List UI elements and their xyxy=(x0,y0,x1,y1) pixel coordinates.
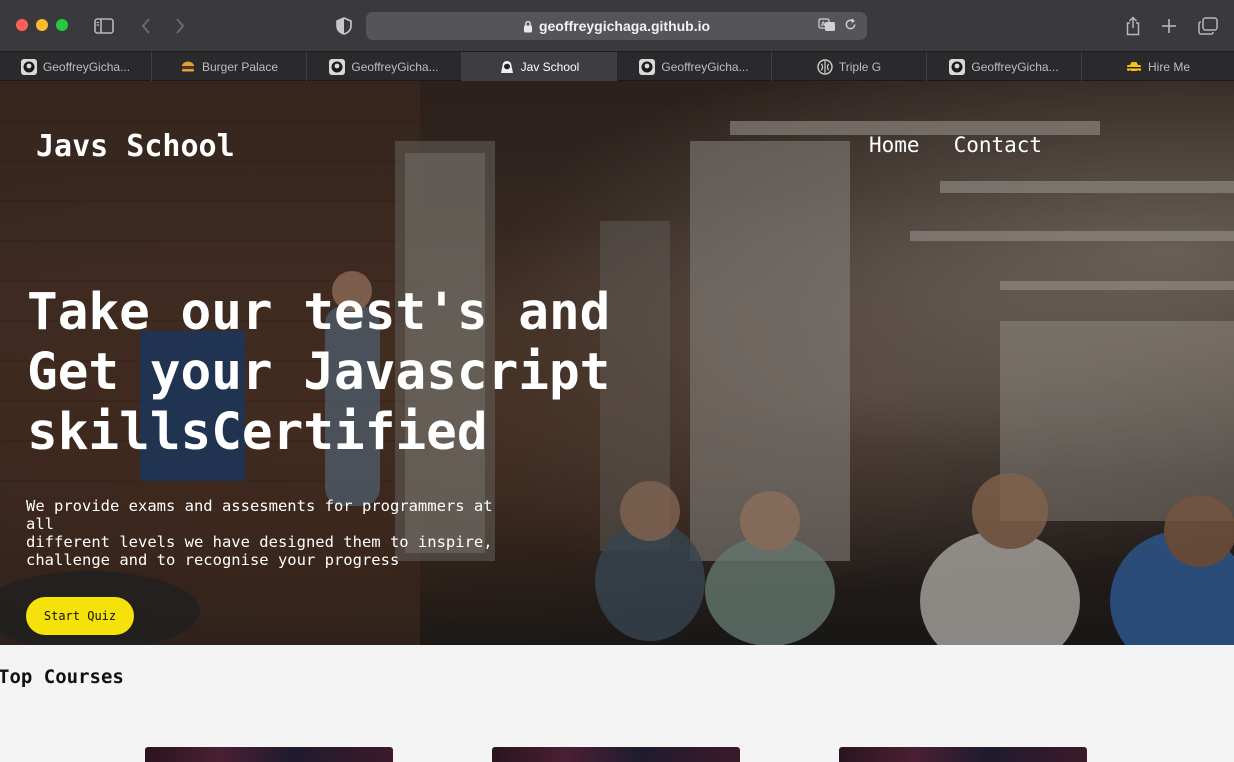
web-page: Javs School Home Contact Take our test's… xyxy=(0,81,1234,762)
share-icon[interactable] xyxy=(1122,14,1144,38)
tab-label: Jav School xyxy=(520,59,580,74)
hero-description-line: different levels we have designed them t… xyxy=(26,533,493,551)
tab-label: Hire Me xyxy=(1147,59,1190,74)
tab-triple-g[interactable]: Triple G xyxy=(772,52,927,81)
top-courses-heading: Top Courses xyxy=(0,666,124,688)
tab-geoffreygichaga-2[interactable]: GeoffreyGicha... xyxy=(307,52,462,81)
github-icon xyxy=(329,58,346,75)
svg-text:A: A xyxy=(821,21,826,28)
github-icon xyxy=(949,58,966,75)
close-window-button[interactable] xyxy=(16,19,28,31)
tab-label: GeoffreyGicha... xyxy=(351,59,439,74)
tab-bar: GeoffreyGicha... Burger Palace GeoffreyG… xyxy=(0,52,1234,81)
sidebar-toggle-icon[interactable] xyxy=(92,14,116,38)
start-quiz-button[interactable]: Start Quiz xyxy=(26,597,134,635)
hero-heading-line: Take our test's and xyxy=(27,283,611,342)
hero-description: We provide exams and assesments for prog… xyxy=(26,497,526,569)
tab-label: GeoffreyGicha... xyxy=(661,59,749,74)
github-icon xyxy=(20,58,37,75)
hero-heading-line: Get your Javascript xyxy=(27,343,611,402)
taxi-icon xyxy=(1126,59,1142,75)
tab-geoffreygichaga-4[interactable]: GeoffreyGicha... xyxy=(927,52,1082,81)
hero-heading: Take our test's and Get your Javascript … xyxy=(27,283,647,463)
tab-label: GeoffreyGicha... xyxy=(971,59,1059,74)
course-card[interactable] xyxy=(145,747,393,762)
tab-geoffreygichaga-3[interactable]: GeoffreyGicha... xyxy=(617,52,772,81)
course-card[interactable] xyxy=(492,747,740,762)
translate-icon[interactable]: A xyxy=(818,18,836,35)
course-card[interactable] xyxy=(839,747,1087,762)
back-arrow-icon[interactable] xyxy=(136,14,156,38)
tab-geoffreygichaga-1[interactable]: GeoffreyGicha... xyxy=(0,52,152,81)
tab-jav-school[interactable]: Jav School xyxy=(462,52,617,81)
tab-label: Triple G xyxy=(838,59,882,74)
nav-contact-link[interactable]: Contact xyxy=(954,133,1043,157)
site-logo[interactable]: Javs School xyxy=(36,129,235,164)
tab-hire-me[interactable]: Hire Me xyxy=(1082,52,1234,81)
tab-label: Burger Palace xyxy=(201,59,279,74)
reload-icon[interactable] xyxy=(844,18,857,35)
zoom-window-button[interactable] xyxy=(56,19,68,31)
brain-icon xyxy=(817,58,833,75)
main-nav: Home Contact xyxy=(869,133,1042,157)
tab-overview-icon[interactable] xyxy=(1196,14,1220,38)
tab-label: GeoffreyGicha... xyxy=(42,59,131,74)
hero-description-line: challenge and to recognise your progress xyxy=(26,551,400,569)
lock-icon xyxy=(523,20,533,33)
burger-icon xyxy=(180,59,196,75)
tab-burger-palace[interactable]: Burger Palace xyxy=(152,52,307,81)
hero-description-line: We provide exams and assesments for prog… xyxy=(26,497,493,533)
nav-home-link[interactable]: Home xyxy=(869,133,920,157)
browser-toolbar: geoffreygichaga.github.io A xyxy=(0,0,1234,52)
hacker-icon xyxy=(499,59,515,75)
forward-arrow-icon[interactable] xyxy=(170,14,190,38)
privacy-shield-icon[interactable] xyxy=(334,14,354,38)
minimize-window-button[interactable] xyxy=(36,19,48,31)
github-icon xyxy=(639,58,656,75)
hero-heading-line: skillsCertified xyxy=(27,403,488,462)
hero-section: Javs School Home Contact Take our test's… xyxy=(0,81,1234,645)
new-tab-plus-icon[interactable] xyxy=(1158,14,1180,38)
address-bar[interactable]: geoffreygichaga.github.io A xyxy=(366,12,867,40)
url-text: geoffreygichaga.github.io xyxy=(538,18,711,34)
